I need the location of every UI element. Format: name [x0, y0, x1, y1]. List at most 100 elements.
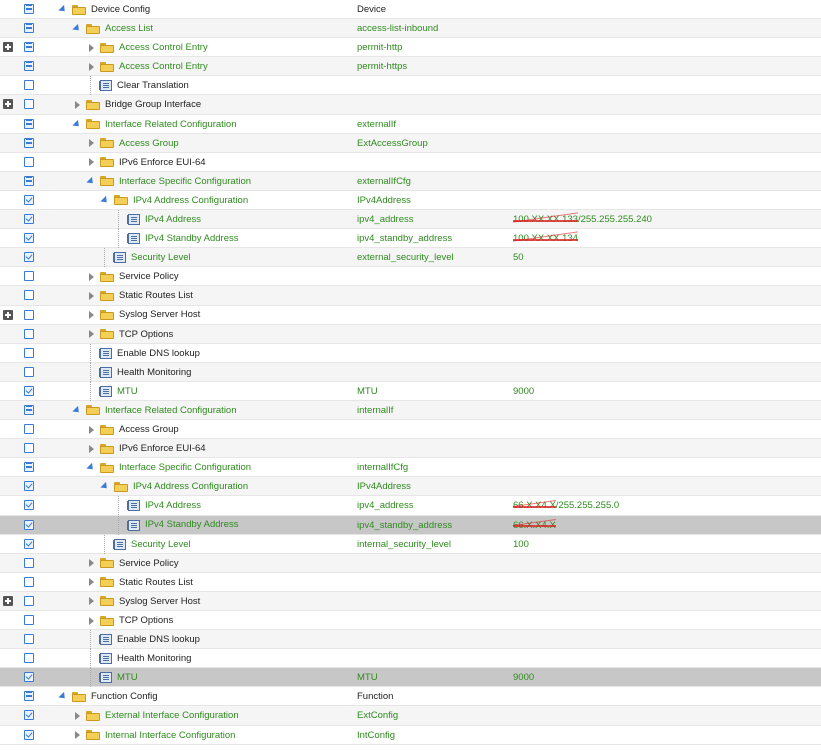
tree-row[interactable]: Static Routes List — [0, 573, 821, 592]
tree-row[interactable]: IPv4 Address ipv4_address 100.XX.XX.133/25… — [0, 210, 821, 230]
caret-closed-icon[interactable] — [86, 329, 96, 339]
caret-closed-icon[interactable] — [86, 62, 96, 72]
caret-closed-icon[interactable] — [86, 577, 96, 587]
row-checkbox[interactable] — [24, 118, 34, 129]
tree-row[interactable]: Access Group — [0, 420, 821, 440]
row-checkbox[interactable] — [24, 328, 34, 339]
tree-row[interactable]: Clear Translation — [0, 76, 821, 96]
caret-closed-icon[interactable] — [86, 616, 96, 626]
caret-closed-icon[interactable] — [86, 425, 96, 435]
tree-row[interactable]: Bridge Group Interface — [0, 95, 821, 115]
caret-open-icon[interactable] — [72, 119, 82, 129]
expand-plus-icon[interactable] — [3, 99, 13, 110]
tree-row[interactable]: Health Monitoring — [0, 649, 821, 669]
tree-row[interactable]: TCP Options — [0, 611, 821, 631]
tree-row[interactable]: Access Group ExtAccessGroup — [0, 133, 821, 153]
caret-closed-icon[interactable] — [86, 272, 96, 282]
caret-closed-icon[interactable] — [86, 558, 96, 568]
caret-closed-icon[interactable] — [86, 291, 96, 301]
tree-row[interactable]: Internal Interface Configuration IntConfi… — [0, 726, 821, 745]
row-checkbox[interactable] — [24, 366, 34, 377]
tree-row[interactable]: TCP Options — [0, 324, 821, 344]
caret-closed-icon[interactable] — [86, 596, 96, 606]
caret-closed-icon[interactable] — [86, 138, 96, 148]
tree-row[interactable]: IPv4 Standby Address ipv4_standby_address… — [0, 515, 821, 535]
row-checkbox[interactable] — [24, 175, 34, 186]
tree-row[interactable]: IPv4 Standby Address ipv4_standby_address… — [0, 229, 821, 249]
tree-row[interactable]: IPv4 Address Configuration IPv4Address — [0, 477, 821, 497]
tree-row[interactable]: Access List access-list-inbound — [0, 19, 821, 39]
tree-row[interactable]: Static Routes List — [0, 286, 821, 306]
row-checkbox[interactable] — [24, 290, 34, 301]
caret-closed-icon[interactable] — [72, 730, 82, 740]
row-checkbox[interactable] — [24, 156, 34, 167]
caret-open-icon[interactable] — [100, 482, 110, 492]
tree-row[interactable]: IPv6 Enforce EUI-64 — [0, 439, 821, 459]
caret-closed-icon[interactable] — [72, 100, 82, 110]
tree-row[interactable]: Interface Related Configuration internalI… — [0, 400, 821, 421]
row-checkbox[interactable] — [24, 4, 34, 14]
row-checkbox[interactable] — [24, 634, 34, 645]
tree-row[interactable]: Access Control Entry permit-https — [0, 57, 821, 77]
caret-open-icon[interactable] — [58, 692, 68, 702]
tree-row[interactable]: MTU MTU 9000 — [0, 381, 821, 401]
caret-closed-icon[interactable] — [86, 157, 96, 167]
tree-row[interactable]: Interface Specific Configuration external… — [0, 171, 821, 191]
row-checkbox[interactable] — [24, 404, 34, 415]
row-checkbox[interactable] — [24, 729, 34, 740]
expand-plus-icon[interactable] — [3, 42, 13, 53]
row-checkbox[interactable] — [24, 672, 34, 683]
row-checkbox[interactable] — [24, 347, 34, 358]
expand-plus-icon[interactable] — [3, 309, 13, 320]
row-checkbox[interactable] — [24, 137, 34, 148]
tree-row[interactable]: Syslog Server Host — [0, 306, 821, 325]
row-checkbox[interactable] — [24, 615, 34, 625]
tree-row[interactable]: Interface Related Configuration externalI… — [0, 115, 821, 134]
tree-row[interactable]: IPv6 Enforce EUI-64 — [0, 153, 821, 172]
tree-row[interactable]: Service Policy — [0, 267, 821, 287]
tree-row[interactable]: Interface Specific Configuration internal… — [0, 458, 821, 478]
tree-row[interactable]: Health Monitoring — [0, 362, 821, 382]
tree-row[interactable]: Device Config Device — [0, 0, 821, 20]
tree-row[interactable]: Security Level internal_security_level 100 — [0, 534, 821, 554]
caret-closed-icon[interactable] — [86, 43, 96, 53]
caret-closed-icon[interactable] — [86, 310, 96, 320]
row-checkbox[interactable] — [24, 538, 34, 549]
row-checkbox[interactable] — [24, 194, 34, 205]
caret-open-icon[interactable] — [86, 463, 96, 473]
tree-row[interactable]: Access Control Entry permit-http — [0, 38, 821, 58]
row-checkbox[interactable] — [24, 595, 34, 606]
tree-row[interactable]: IPv4 Address Configuration IPv4Address — [0, 191, 821, 211]
row-checkbox[interactable] — [24, 691, 34, 702]
tree-row[interactable]: MTU MTU 9000 — [0, 668, 821, 688]
tree-row[interactable]: External Interface Configuration ExtConfi… — [0, 706, 821, 726]
caret-closed-icon[interactable] — [72, 711, 82, 721]
row-checkbox[interactable] — [24, 214, 34, 225]
caret-open-icon[interactable] — [72, 24, 82, 34]
row-checkbox[interactable] — [24, 61, 34, 72]
row-checkbox[interactable] — [24, 462, 34, 473]
row-checkbox[interactable] — [24, 309, 34, 320]
row-checkbox[interactable] — [24, 519, 34, 530]
row-checkbox[interactable] — [24, 99, 34, 110]
row-checkbox[interactable] — [24, 557, 34, 568]
row-checkbox[interactable] — [24, 576, 34, 587]
row-checkbox[interactable] — [24, 500, 34, 511]
tree-row[interactable]: Enable DNS lookup — [0, 630, 821, 650]
caret-open-icon[interactable] — [86, 176, 96, 186]
tree-row[interactable]: IPv4 Address ipv4_address 66.X.X4.X/255.25… — [0, 496, 821, 516]
caret-open-icon[interactable] — [58, 5, 68, 15]
row-checkbox[interactable] — [24, 653, 34, 664]
row-checkbox[interactable] — [24, 481, 34, 492]
tree-row[interactable]: Security Level external_security_level 50 — [0, 248, 821, 268]
caret-closed-icon[interactable] — [86, 444, 96, 454]
row-checkbox[interactable] — [24, 80, 34, 91]
row-checkbox[interactable] — [24, 23, 34, 34]
tree-row[interactable]: Service Policy — [0, 553, 821, 573]
row-checkbox[interactable] — [24, 424, 34, 435]
caret-open-icon[interactable] — [100, 195, 110, 205]
row-checkbox[interactable] — [24, 233, 34, 244]
row-checkbox[interactable] — [24, 385, 34, 396]
expand-plus-icon[interactable] — [3, 595, 13, 606]
row-checkbox[interactable] — [24, 710, 34, 721]
